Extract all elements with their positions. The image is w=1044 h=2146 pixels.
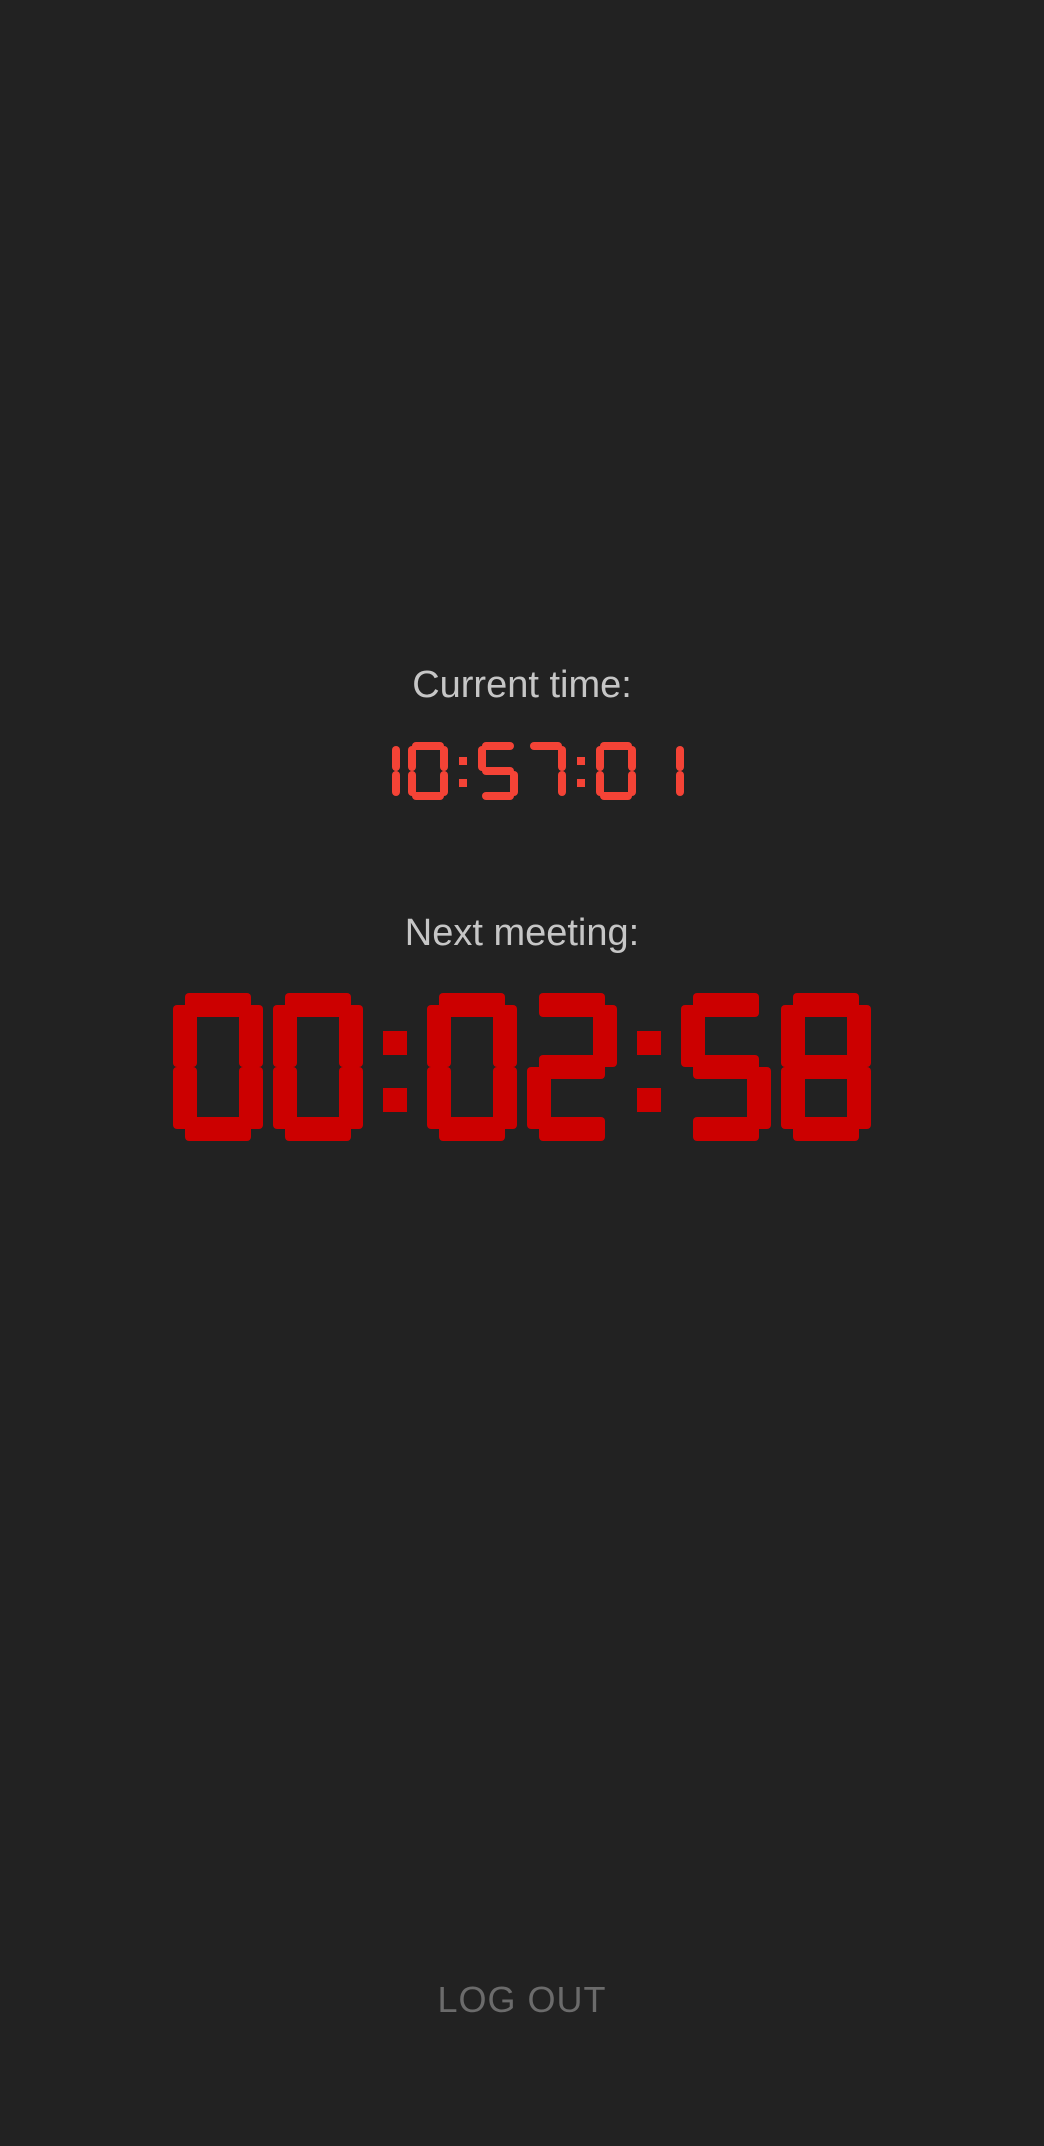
digit-segment <box>693 1117 759 1141</box>
colon-dot <box>637 1031 661 1056</box>
digit-segment <box>482 792 514 800</box>
colon-separator <box>373 993 417 1141</box>
digit-segment <box>596 771 604 796</box>
clock-digit <box>596 742 636 800</box>
digit-segment <box>558 746 566 771</box>
digit-segment <box>600 792 632 800</box>
digit-segment <box>596 746 604 771</box>
app-screen: Current time: Next meeting: LOG OUT <box>0 0 1044 2146</box>
next-meeting-label: Next meeting: <box>404 912 640 954</box>
digit-segment <box>339 1005 363 1067</box>
digit-segment <box>482 742 514 750</box>
colon-separator <box>574 742 588 800</box>
colon-dot <box>459 757 467 766</box>
colon-dot <box>459 779 467 788</box>
digit-segment <box>392 746 400 771</box>
digit-segment <box>558 771 566 796</box>
digit-segment <box>173 1005 197 1067</box>
colon-separator <box>456 742 470 800</box>
digit-segment <box>408 771 416 796</box>
current-time-clock <box>0 736 1044 806</box>
digit-segment <box>440 746 448 771</box>
clock-digit <box>427 993 517 1141</box>
current-time-label: Current time: <box>412 664 632 706</box>
digit-segment <box>392 771 400 796</box>
digit-segment <box>427 1067 451 1129</box>
digit-segment <box>628 746 636 771</box>
digit-segment <box>676 771 684 796</box>
digit-segment <box>239 1005 263 1067</box>
colon-dot <box>637 1087 661 1112</box>
digit-segment <box>412 792 444 800</box>
colon-dot <box>577 757 585 766</box>
digit-segment <box>676 746 684 771</box>
digit-segment <box>273 1067 297 1129</box>
digit-segment <box>427 1005 451 1067</box>
next-meeting-countdown <box>0 992 1044 1142</box>
clock-digit <box>526 742 566 800</box>
clock-digit <box>408 742 448 800</box>
clock-digit <box>681 993 771 1141</box>
clock-digit <box>781 993 871 1141</box>
digit-segment <box>408 746 416 771</box>
digit-segment <box>273 1005 297 1067</box>
clock-digit <box>527 993 617 1141</box>
clock-digit <box>360 742 400 800</box>
digit-segment <box>173 1067 197 1129</box>
logout-button[interactable]: LOG OUT <box>372 1968 672 2032</box>
colon-dot <box>383 1087 407 1112</box>
clock-digit <box>173 993 263 1141</box>
digit-segment <box>539 1117 605 1141</box>
colon-separator <box>627 993 671 1141</box>
colon-dot <box>383 1031 407 1056</box>
digit-segment <box>493 1005 517 1067</box>
digit-segment <box>793 1055 859 1079</box>
clock-digit <box>644 742 684 800</box>
clock-digit <box>273 993 363 1141</box>
colon-dot <box>577 779 585 788</box>
clock-digit <box>478 742 518 800</box>
